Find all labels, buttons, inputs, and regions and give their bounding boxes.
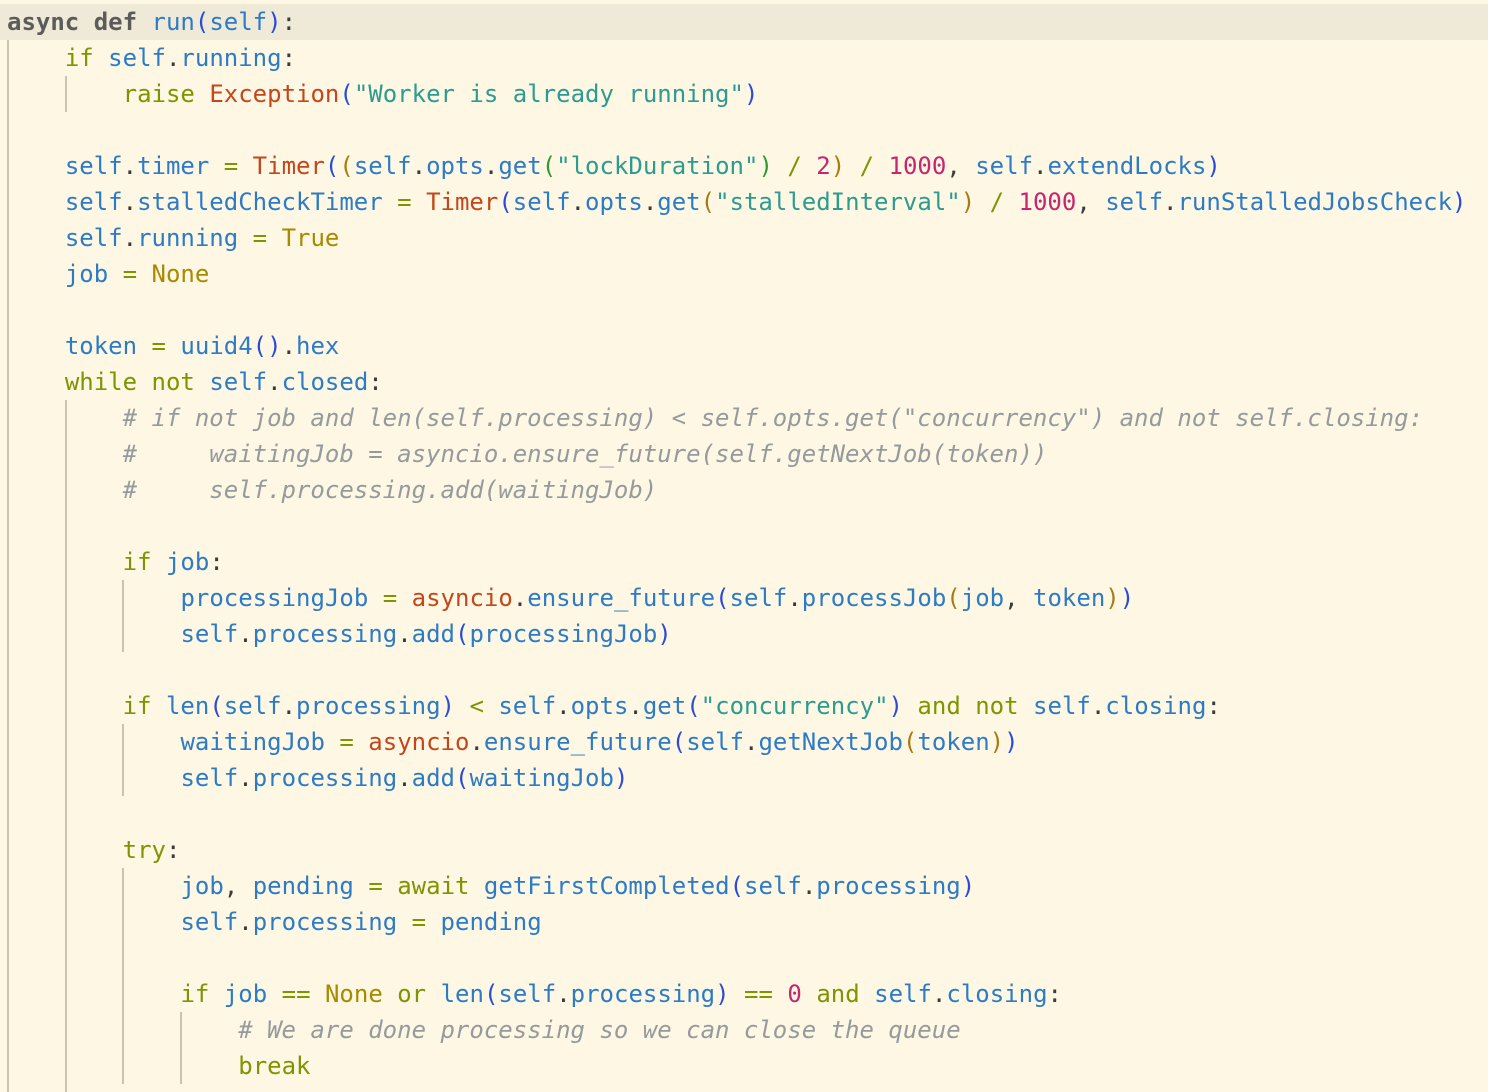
code-line: break bbox=[238, 1052, 311, 1080]
code-editor[interactable]: async def run(self): if self.running: ra… bbox=[0, 0, 1488, 1092]
code-line: self.processing = pending bbox=[180, 908, 542, 936]
code-line: self.processing.add(waitingJob) bbox=[180, 764, 629, 792]
code-line: if len(self.processing) < self.opts.get(… bbox=[122, 692, 1221, 720]
code-line: job = None bbox=[64, 260, 210, 288]
code-line: # self.processing.add(waitingJob) bbox=[122, 476, 658, 504]
code-line: self.processing.add(processingJob) bbox=[180, 620, 672, 648]
code-line: if job: bbox=[122, 548, 224, 576]
code-line: try: bbox=[122, 836, 181, 864]
code-line: # We are done processing so we can close… bbox=[238, 1016, 961, 1044]
code-line: self.running = True bbox=[64, 224, 340, 252]
code-line: if self.running: bbox=[64, 44, 297, 72]
code-line: processingJob = asyncio.ensure_future(se… bbox=[180, 584, 1135, 612]
code-line: if job == None or len(self.processing) =… bbox=[180, 980, 1062, 1008]
code-line: waitingJob = asyncio.ensure_future(self.… bbox=[180, 728, 1019, 756]
code-line: token = uuid4().hex bbox=[64, 332, 340, 360]
code-line: self.stalledCheckTimer = Timer(self.opts… bbox=[64, 188, 1467, 216]
code-line: while not self.closed: bbox=[64, 368, 383, 396]
code-line: job, pending = await getFirstCompleted(s… bbox=[180, 872, 976, 900]
code-line: async def run(self): bbox=[7, 8, 297, 36]
code-line: self.timer = Timer((self.opts.get("lockD… bbox=[64, 152, 1221, 180]
code-line: # if not job and len(self.processing) < … bbox=[122, 404, 1424, 432]
code-line: # waitingJob = asyncio.ensure_future(sel… bbox=[122, 440, 1048, 468]
code-line: raise Exception("Worker is already runni… bbox=[122, 80, 759, 108]
